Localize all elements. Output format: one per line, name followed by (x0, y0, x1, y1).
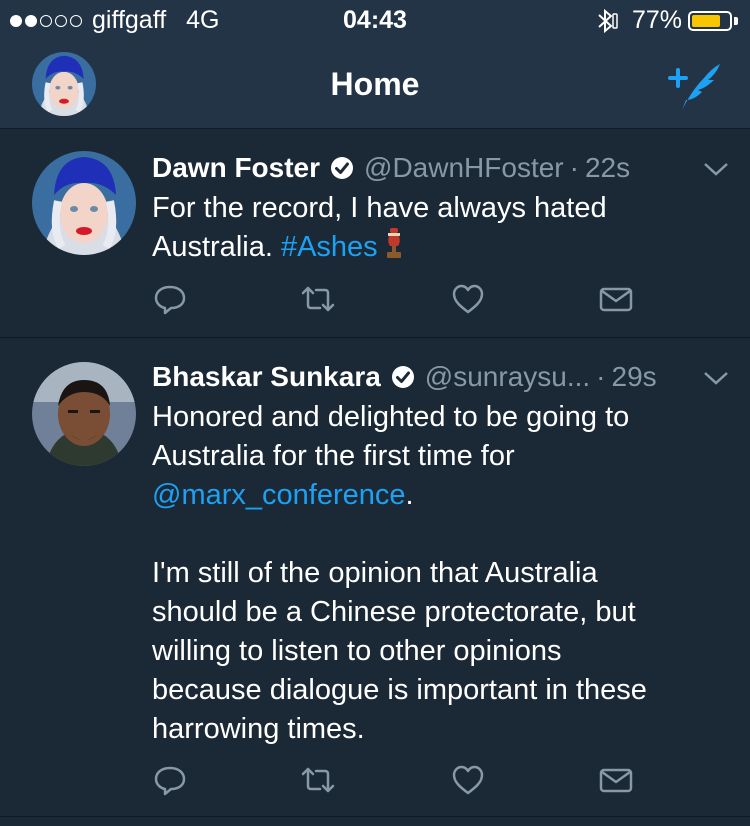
compose-tweet-button[interactable] (664, 56, 724, 112)
battery-percent: 77% (631, 6, 682, 34)
separator: · (569, 152, 579, 183)
hashtag-link[interactable]: #Ashes (281, 231, 378, 263)
verified-badge-icon (391, 366, 414, 388)
reply-icon (154, 766, 186, 796)
timestamp[interactable]: 22s (585, 152, 630, 184)
reply-button[interactable] (152, 281, 188, 317)
battery-info: 77% (596, 6, 738, 35)
text-line: should be a Chinese protectorate, but (152, 596, 636, 628)
heart-icon (452, 284, 484, 314)
tweet-text: Honored and delighted to be going to Aus… (152, 398, 732, 749)
compose-quill-icon (668, 64, 720, 110)
avatar[interactable] (32, 362, 136, 466)
like-button[interactable] (450, 281, 486, 317)
heart-icon (452, 765, 484, 795)
text-line: I'm still of the opinion that Australia (152, 557, 598, 589)
status-bar: giffgaff 4G 04:43 77% (0, 0, 750, 40)
mention-link[interactable]: @marx_conference (152, 479, 406, 511)
envelope-icon (599, 768, 633, 793)
text-line: Honored and delighted to be going to (152, 401, 630, 433)
separator: · (596, 361, 606, 392)
direct-message-button[interactable] (598, 281, 634, 317)
text-line: Australia for the first time for (152, 440, 515, 472)
author-handle[interactable]: @DawnHFoster (364, 152, 564, 184)
tweet-actions (152, 281, 642, 321)
cricket-trophy-urn-icon (386, 228, 401, 258)
author-name[interactable]: Dawn Foster (152, 152, 320, 184)
chevron-down-icon[interactable] (702, 368, 730, 388)
envelope-icon (599, 287, 633, 312)
page-title: Home (330, 66, 420, 102)
retweet-icon (301, 286, 335, 312)
tweet-actions (152, 762, 642, 802)
retweet-button[interactable] (300, 762, 336, 798)
like-button[interactable] (450, 762, 486, 798)
text-line: For the record, I have always hated (152, 192, 607, 224)
reply-icon (154, 285, 186, 315)
tweet[interactable]: Dawn Foster @DawnHFoster · 22s For the r… (0, 129, 750, 338)
avatar[interactable] (32, 151, 136, 255)
tweet[interactable]: Bhaskar Sunkara @sunraysu... · 29s Honor… (0, 338, 750, 817)
text-line: willing to listen to other opinions (152, 635, 562, 667)
tweet-header: Bhaskar Sunkara @sunraysu... · 29s (152, 360, 730, 394)
tweet-text: For the record, I have always hated Aust… (152, 189, 732, 267)
retweet-button[interactable] (300, 281, 336, 317)
tweet-header: Dawn Foster @DawnHFoster · 22s (152, 151, 730, 185)
nav-bar: Home (0, 40, 750, 129)
retweet-icon (301, 767, 335, 793)
timestamp[interactable]: 29s (612, 361, 657, 393)
verified-badge-icon (331, 157, 354, 179)
text-line: harrowing times. (152, 713, 365, 745)
bluetooth-icon (598, 8, 618, 33)
text-line: @marx_conference. (152, 479, 414, 511)
chevron-down-icon[interactable] (702, 159, 730, 179)
text-line: Australia. #Ashes (152, 228, 732, 267)
direct-message-button[interactable] (598, 762, 634, 798)
reply-button[interactable] (152, 762, 188, 798)
author-handle[interactable]: @sunraysu... (425, 361, 590, 393)
text-line: because dialogue is important in these (152, 674, 647, 706)
battery-icon (688, 10, 732, 31)
author-name[interactable]: Bhaskar Sunkara (152, 361, 381, 393)
